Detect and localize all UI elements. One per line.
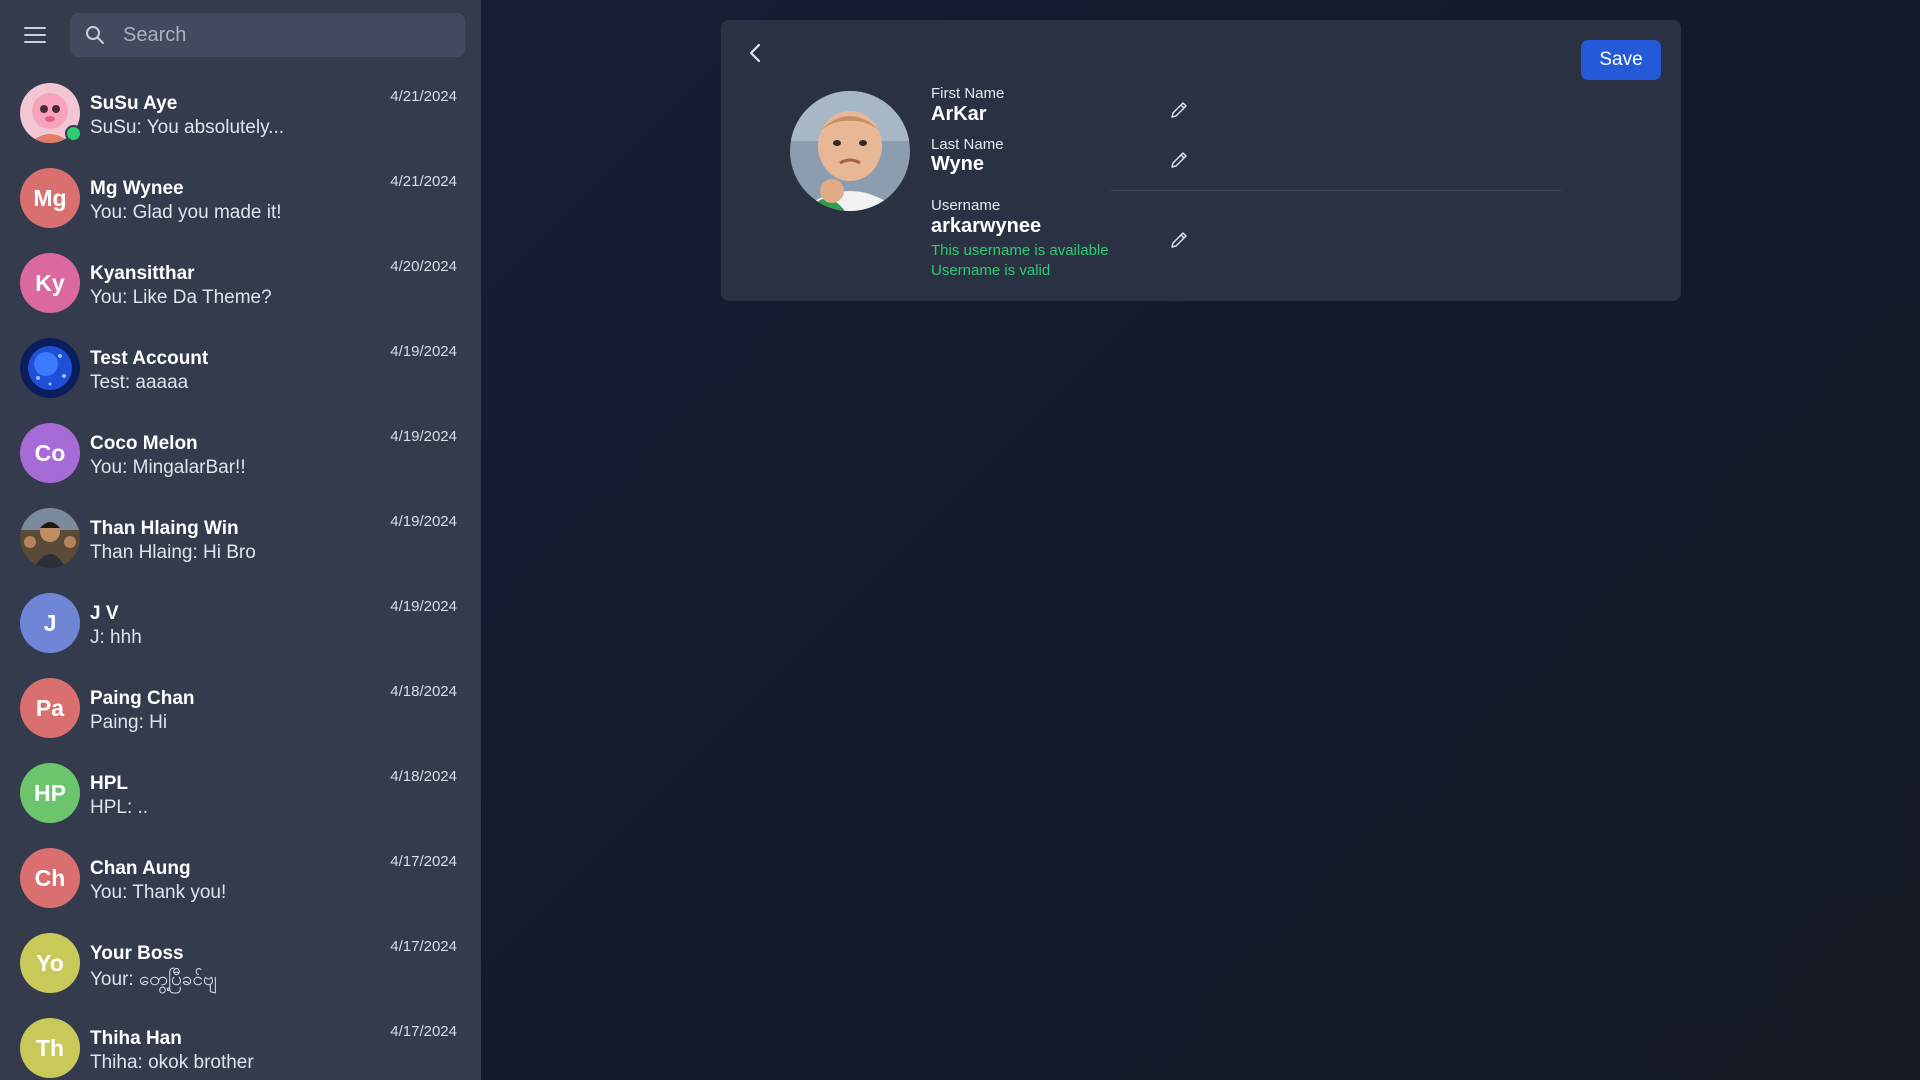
chat-date: 4/18/2024	[390, 683, 457, 700]
chat-last-message: Thiha: okok brother	[90, 1052, 254, 1073]
avatar-photo	[20, 338, 80, 398]
chat-name: SuSu Aye	[90, 93, 178, 114]
chat-last-message: Your: တွေ့ပြီခင်ဗျ	[90, 969, 217, 990]
profile-photo[interactable]	[790, 91, 910, 211]
chat-item-coco-melon[interactable]: Co Coco Melon You: MingalarBar!! 4/19/20…	[0, 414, 481, 499]
chat-name: HPL	[90, 773, 128, 794]
chat-name: Your Boss	[90, 943, 184, 964]
chat-last-message: You: Thank you!	[90, 882, 227, 903]
avatar-photo	[20, 508, 80, 568]
first-name-value: ArKar	[931, 103, 987, 125]
chat-last-message: Than Hlaing: Hi Bro	[90, 542, 256, 563]
sidebar: SuSu Aye SuSu: You absolutely... 4/21/20…	[0, 0, 481, 1080]
chat-item-hpl[interactable]: HP HPL HPL: .. 4/18/2024	[0, 754, 481, 839]
chat-item-kyansitthar[interactable]: Ky Kyansitthar You: Like Da Theme? 4/20/…	[0, 244, 481, 329]
chat-date: 4/19/2024	[390, 598, 457, 615]
avatar-initials: Ky	[20, 253, 80, 313]
pencil-icon[interactable]	[1167, 148, 1191, 172]
chat-name: Coco Melon	[90, 433, 198, 454]
first-name-label: First Name	[931, 85, 1005, 102]
chat-name: Kyansitthar	[90, 263, 195, 284]
chat-item-test-account[interactable]: Test Account Test: aaaaa 4/19/2024	[0, 329, 481, 414]
chat-name: J V	[90, 603, 119, 624]
chat-item-your-boss[interactable]: Yo Your Boss Your: တွေ့ပြီခင်ဗျ 4/17/202…	[0, 924, 481, 1009]
sidebar-header	[0, 0, 481, 70]
chat-name: Than Hlaing Win	[90, 518, 239, 539]
chat-item-j-v[interactable]: J J V J: hhh 4/19/2024	[0, 584, 481, 669]
chat-date: 4/21/2024	[390, 173, 457, 190]
chat-item-thiha-han[interactable]: Th Thiha Han Thiha: okok brother 4/17/20…	[0, 1009, 481, 1080]
username-available-message: This username is available	[931, 242, 1109, 259]
chat-name: Paing Chan	[90, 688, 195, 709]
chat-date: 4/19/2024	[390, 513, 457, 530]
chat-date: 4/21/2024	[390, 88, 457, 105]
pencil-icon[interactable]	[1167, 228, 1191, 252]
chat-list: SuSu Aye SuSu: You absolutely... 4/21/20…	[0, 74, 481, 1080]
username-valid-message: Username is valid	[931, 262, 1051, 279]
chat-last-message: SuSu: You absolutely...	[90, 117, 285, 138]
chat-last-message: You: Like Da Theme?	[90, 287, 272, 308]
username-label: Username	[931, 197, 1001, 214]
chat-date: 4/20/2024	[390, 258, 457, 275]
chat-last-message: You: MingalarBar!!	[90, 457, 246, 478]
chat-name: Chan Aung	[90, 858, 191, 879]
last-name-label: Last Name	[931, 136, 1004, 153]
chat-date: 4/19/2024	[390, 343, 457, 360]
hamburger-menu-icon[interactable]	[20, 22, 50, 48]
chat-last-message: Paing: Hi	[90, 712, 168, 733]
online-status-dot	[65, 125, 82, 142]
avatar-initials: Co	[20, 423, 80, 483]
avatar-initials: Pa	[20, 678, 80, 738]
chat-item-susu-aye[interactable]: SuSu Aye SuSu: You absolutely... 4/21/20…	[0, 74, 481, 159]
search-box[interactable]	[70, 13, 465, 57]
chat-item-paing-chan[interactable]: Pa Paing Chan Paing: Hi 4/18/2024	[0, 669, 481, 754]
save-button[interactable]: Save	[1581, 40, 1661, 80]
chat-date: 4/18/2024	[390, 768, 457, 785]
avatar-initials: Mg	[20, 168, 80, 228]
divider	[1111, 190, 1561, 191]
chat-date: 4/17/2024	[390, 938, 457, 955]
chat-date: 4/19/2024	[390, 428, 457, 445]
chat-date: 4/17/2024	[390, 1023, 457, 1040]
chat-name: Mg Wynee	[90, 178, 184, 199]
chat-name: Thiha Han	[90, 1028, 182, 1049]
chat-item-than-hlaing-win[interactable]: Than Hlaing Win Than Hlaing: Hi Bro 4/19…	[0, 499, 481, 584]
chevron-left-icon[interactable]	[741, 38, 771, 68]
chat-last-message: You: Glad you made it!	[90, 202, 282, 223]
pencil-icon[interactable]	[1167, 98, 1191, 122]
avatar-initials: Yo	[20, 933, 80, 993]
avatar-initials: J	[20, 593, 80, 653]
chat-date: 4/17/2024	[390, 853, 457, 870]
search-icon	[86, 26, 104, 44]
search-input[interactable]	[121, 22, 465, 48]
username-value: arkarwynee	[931, 215, 1042, 237]
chat-item-mg-wynee[interactable]: Mg Mg Wynee You: Glad you made it! 4/21/…	[0, 159, 481, 244]
avatar-initials: Ch	[20, 848, 80, 908]
avatar-initials: HP	[20, 763, 80, 823]
avatar-photo	[20, 83, 82, 143]
chat-last-message: HPL: ..	[90, 797, 149, 818]
chat-last-message: Test: aaaaa	[90, 372, 189, 393]
edit-profile-panel: Save First Name ArKar Last Name Wyne Use…	[721, 20, 1681, 301]
chat-last-message: J: hhh	[90, 627, 142, 648]
chat-item-chan-aung[interactable]: Ch Chan Aung You: Thank you! 4/17/2024	[0, 839, 481, 924]
chat-name: Test Account	[90, 348, 209, 369]
last-name-value: Wyne	[931, 153, 984, 175]
avatar-initials: Th	[20, 1018, 80, 1078]
